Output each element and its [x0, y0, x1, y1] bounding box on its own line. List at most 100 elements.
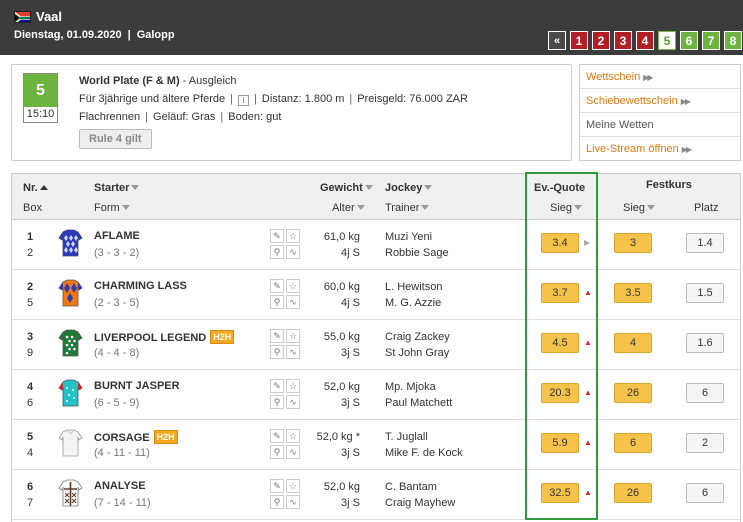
- start-number: 6: [27, 481, 34, 493]
- chart-icon[interactable]: ∿: [286, 445, 300, 459]
- jockey-silks-icon: [58, 429, 83, 457]
- race-5-button[interactable]: 5: [658, 31, 676, 50]
- meine-wetten-link[interactable]: Meine Wetten: [580, 113, 740, 137]
- prev-races-button[interactable]: «: [548, 31, 566, 50]
- note-pencil-icon[interactable]: ✎: [270, 279, 284, 293]
- festkurs-sieg-button[interactable]: 3.5: [614, 283, 652, 303]
- race-1-button[interactable]: 1: [570, 31, 588, 50]
- favorite-star-icon[interactable]: ☆: [286, 329, 300, 343]
- sort-jockey-header[interactable]: Jockey: [385, 182, 433, 194]
- jockey-silks-icon: [58, 379, 83, 407]
- box-number: 9: [27, 347, 34, 359]
- jockey-silks-icon: [58, 229, 83, 257]
- horse-form: (2 - 3 - 5): [94, 297, 140, 309]
- note-pencil-icon[interactable]: ✎: [270, 379, 284, 393]
- search-icon[interactable]: ⚲: [270, 395, 284, 409]
- platz-header: Platz: [694, 202, 719, 214]
- info-icon[interactable]: i: [238, 95, 250, 106]
- favorite-star-icon[interactable]: ☆: [286, 229, 300, 243]
- race-time: 15:10: [26, 108, 55, 120]
- chart-icon[interactable]: ∿: [286, 395, 300, 409]
- sort-alter-header[interactable]: Alter: [332, 202, 365, 214]
- weight: 55,0 kg: [323, 331, 360, 343]
- note-pencil-icon[interactable]: ✎: [270, 429, 284, 443]
- weight: 52,0 kg *: [316, 431, 360, 443]
- favorite-star-icon[interactable]: ☆: [286, 379, 300, 393]
- favorite-star-icon[interactable]: ☆: [286, 279, 300, 293]
- festkurs-sieg-button[interactable]: 26: [614, 383, 652, 403]
- race-7-button[interactable]: 7: [702, 31, 720, 50]
- festkurs-platz-button[interactable]: 1.5: [686, 283, 724, 303]
- horse-name: LIVERPOOL LEGEND: [94, 332, 207, 344]
- festkurs-platz-button[interactable]: 6: [686, 483, 724, 503]
- sort-icon: [424, 185, 433, 190]
- race-6-button[interactable]: 6: [680, 31, 698, 50]
- sort-fk-sieg-header[interactable]: Sieg: [623, 202, 656, 214]
- festkurs-sieg-button[interactable]: 6: [614, 433, 652, 453]
- live-stream-link[interactable]: Live-Stream öffnen ▶▶: [580, 137, 740, 161]
- festkurs-platz-button[interactable]: 2: [686, 433, 724, 453]
- horse-name-link[interactable]: ANALYSE: [94, 480, 146, 492]
- search-icon[interactable]: ⚲: [270, 295, 284, 309]
- race-info-panel: 5 15:10 World Plate (F & M) - Ausgleich …: [11, 64, 572, 161]
- chart-icon[interactable]: ∿: [286, 295, 300, 309]
- favorite-star-icon[interactable]: ☆: [286, 479, 300, 493]
- double-arrow-icon: ▶▶: [680, 97, 691, 106]
- table-row: 2 5 CHARMING LASS (2 - 3 - 5) ✎ ☆ ⚲ ∿ 60,0 kg 4j …: [12, 270, 740, 320]
- search-icon[interactable]: ⚲: [270, 445, 284, 459]
- sort-form-header[interactable]: Form: [94, 202, 130, 214]
- race-eligibility: Für 3jährige und ältere Pferde: [79, 93, 226, 105]
- sort-icon: [131, 185, 140, 190]
- separator: |: [145, 111, 149, 123]
- sort-starter-header[interactable]: Starter: [94, 182, 140, 194]
- horse-name-link[interactable]: LIVERPOOL LEGEND H2H: [94, 330, 235, 344]
- horse-name-link[interactable]: BURNT JASPER: [94, 380, 180, 392]
- race-navigation: « 1 2 3 4 5 6 7 8: [548, 31, 742, 50]
- horse-name-link[interactable]: AFLAME: [94, 230, 140, 242]
- trainer-name: M. G. Azzie: [385, 297, 442, 309]
- h2h-badge[interactable]: H2H: [210, 330, 235, 344]
- festkurs-platz-button[interactable]: 6: [686, 383, 724, 403]
- race-4-button[interactable]: 4: [636, 31, 654, 50]
- note-pencil-icon[interactable]: ✎: [270, 229, 284, 243]
- chart-icon[interactable]: ∿: [286, 245, 300, 259]
- h2h-badge[interactable]: H2H: [153, 430, 178, 444]
- festkurs-sieg-button[interactable]: 26: [614, 483, 652, 503]
- festkurs-platz-button[interactable]: 1.4: [686, 233, 724, 253]
- horse-form: (4 - 4 - 8): [94, 347, 140, 359]
- sort-gewicht-header[interactable]: Gewicht: [320, 182, 373, 194]
- race-2-button[interactable]: 2: [592, 31, 610, 50]
- age-sex: 4j S: [341, 247, 360, 259]
- race-number-badge: 5 15:10: [23, 73, 58, 123]
- box-number: 7: [27, 497, 34, 509]
- note-pencil-icon[interactable]: ✎: [270, 479, 284, 493]
- search-icon[interactable]: ⚲: [270, 495, 284, 509]
- sort-trainer-header[interactable]: Trainer: [385, 202, 430, 214]
- favorite-star-icon[interactable]: ☆: [286, 429, 300, 443]
- rule4-button[interactable]: Rule 4 gilt: [79, 129, 152, 149]
- wettschein-link[interactable]: Wettschein ▶▶: [580, 65, 740, 89]
- festkurs-sieg-button[interactable]: 3: [614, 233, 652, 253]
- jockey-name: T. Juglall: [385, 431, 428, 443]
- chart-icon[interactable]: ∿: [286, 345, 300, 359]
- search-icon[interactable]: ⚲: [270, 345, 284, 359]
- age-sex: 4j S: [341, 297, 360, 309]
- horse-name-link[interactable]: CHARMING LASS: [94, 280, 187, 292]
- table-row: 1 2 AFLAME (3 - 3 - 2) ✎ ☆ ⚲ ∿ 61,0 kg 4j S Muzi Y…: [12, 220, 740, 270]
- track-name: Vaal: [36, 9, 63, 24]
- race-8-button[interactable]: 8: [724, 31, 742, 50]
- sort-icon: [647, 205, 656, 210]
- race-3-button[interactable]: 3: [614, 31, 632, 50]
- weight: 52,0 kg: [323, 481, 360, 493]
- search-icon[interactable]: ⚲: [270, 245, 284, 259]
- horse-name-link[interactable]: CORSAGE H2H: [94, 430, 178, 444]
- note-pencil-icon[interactable]: ✎: [270, 329, 284, 343]
- sort-nr-header[interactable]: Nr.: [23, 182, 48, 194]
- schiebewettschein-link[interactable]: Schiebewettschein ▶▶: [580, 89, 740, 113]
- sort-icon: [121, 205, 130, 210]
- festkurs-platz-button[interactable]: 1.6: [686, 333, 724, 353]
- race-name: World Plate (F & M): [79, 75, 180, 87]
- race-category: - Ausgleich: [179, 75, 237, 87]
- festkurs-sieg-button[interactable]: 4: [614, 333, 652, 353]
- chart-icon[interactable]: ∿: [286, 495, 300, 509]
